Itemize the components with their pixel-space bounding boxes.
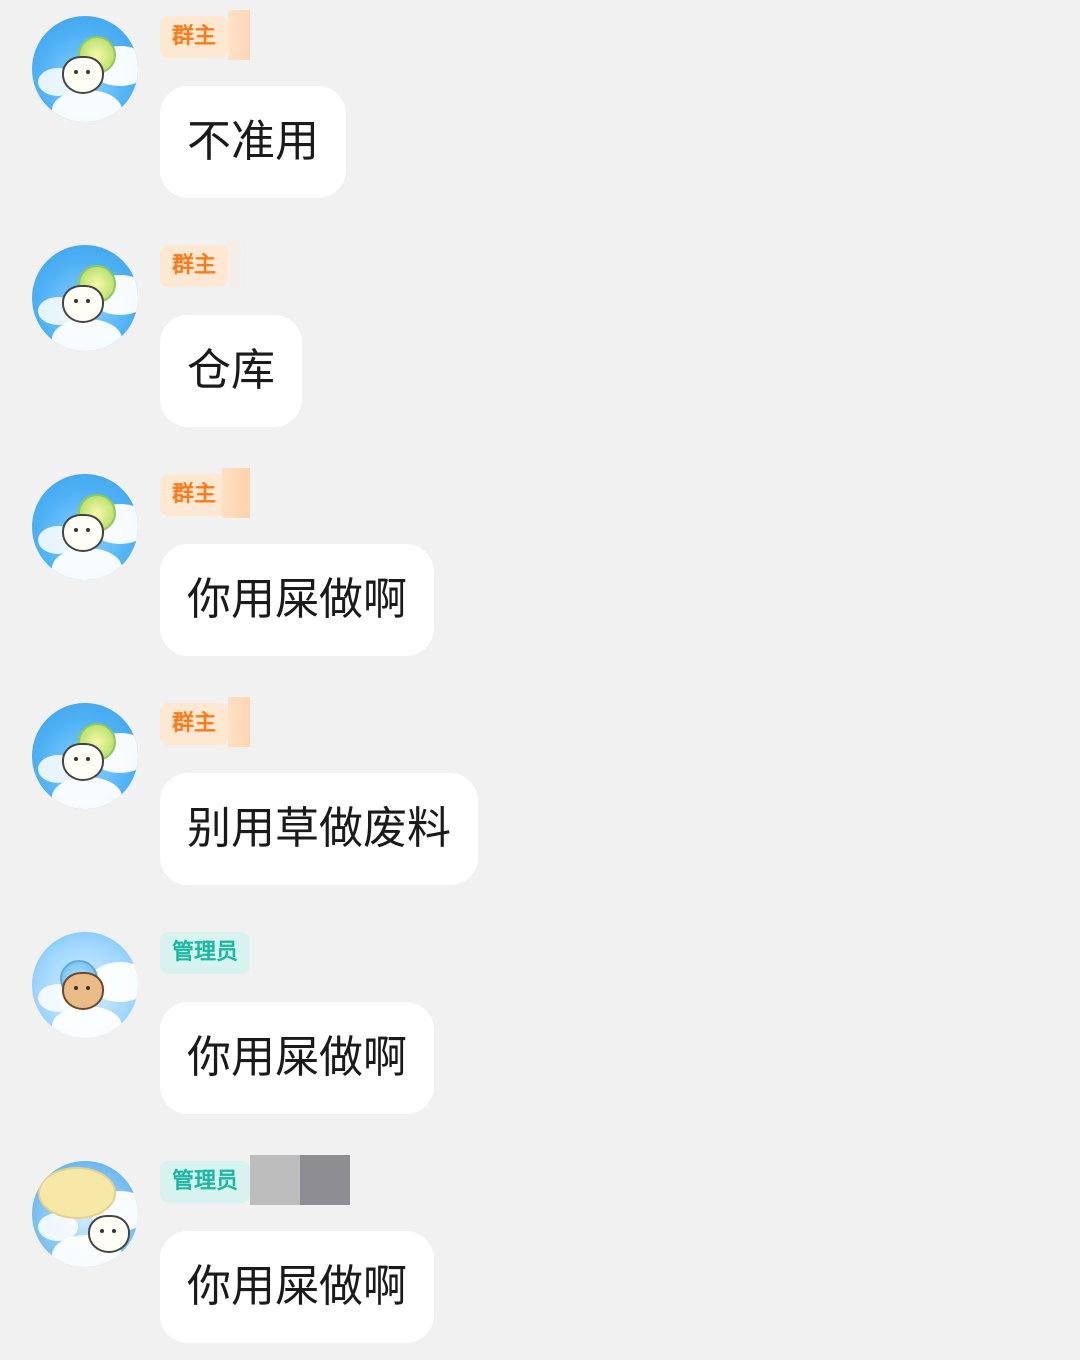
group-owner-badge: 群主 [160,703,229,745]
sender-name-redacted [228,10,250,60]
sender-name-redacted [250,1155,300,1205]
group-admin-badge: 管理员 [160,1161,251,1203]
chat-message: 管理员 你用屎做啊 [0,916,1080,1126]
message-bubble[interactable]: 你用屎做啊 [160,1231,434,1343]
group-owner-badge: 群主 [160,245,229,287]
message-bubble[interactable]: 你用屎做啊 [160,544,434,656]
sender-name-redacted [228,239,250,289]
sender-name-redacted [300,1155,350,1205]
group-owner-badge: 群主 [160,474,229,516]
sender-avatar[interactable] [32,474,138,580]
chat-message: 群主 别用草做废料 [0,687,1080,897]
sender-avatar[interactable] [32,703,138,809]
avatar-bear [62,743,104,781]
avatar-bear [62,285,104,323]
avatar-bear [62,972,104,1010]
sender-name-redacted [228,697,250,747]
group-admin-badge: 管理员 [160,932,251,974]
chat-message: 群主 你用屎做啊 [0,458,1080,668]
message-bubble[interactable]: 你用屎做啊 [160,1002,434,1114]
chat-message: 群主 不准用 [0,0,1080,210]
sender-avatar[interactable] [32,245,138,351]
sender-name-redacted [222,468,250,518]
sender-avatar[interactable] [32,1161,138,1267]
message-bubble[interactable]: 别用草做废料 [160,773,478,885]
message-bubble[interactable]: 仓库 [160,315,302,427]
chat-message: 群主 仓库 [0,229,1080,439]
sender-avatar[interactable] [32,932,138,1038]
group-owner-badge: 群主 [160,16,229,58]
avatar-bear [88,1215,130,1253]
avatar-balloon [38,1167,116,1219]
avatar-bear [62,514,104,552]
chat-message: 管理员 你用屎做啊 [0,1145,1080,1355]
avatar-bear [62,56,104,94]
message-bubble[interactable]: 不准用 [160,86,346,198]
sender-avatar[interactable] [32,16,138,122]
